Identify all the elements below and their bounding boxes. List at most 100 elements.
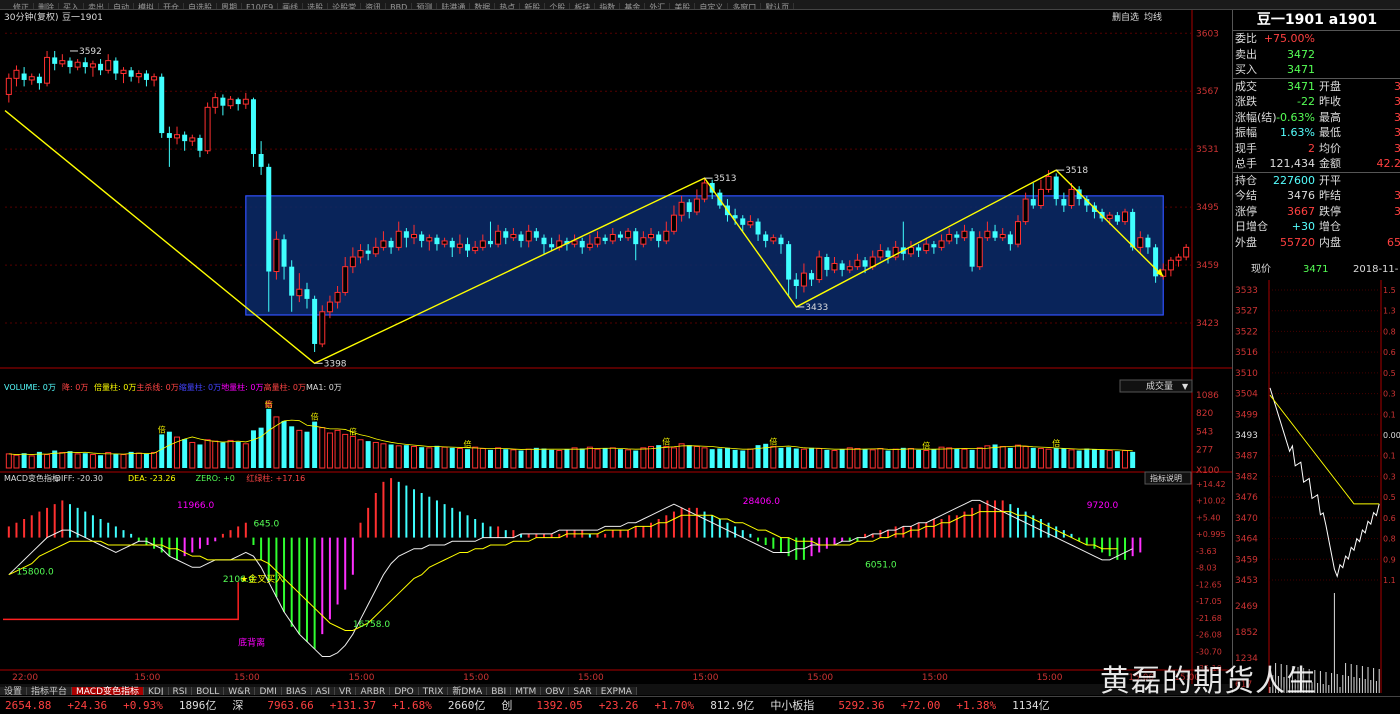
indicator-tabs: 设置指标平台MACD变色指标KDJRSIBOLLW&RDMIBIASASIVRA… <box>0 684 1230 695</box>
volume-legend-item: 主杀线: 0万 <box>136 382 178 392</box>
candle-body <box>534 231 539 237</box>
candle-body <box>442 241 447 244</box>
quote-value: 3472 <box>1287 47 1315 63</box>
candle-body <box>1015 222 1020 245</box>
indicator-tab[interactable]: BOLL <box>192 687 224 695</box>
volume-bar <box>389 444 394 468</box>
candle-body <box>320 312 325 344</box>
volume-bar <box>1077 451 1082 468</box>
quote-value: 3 <box>1394 125 1400 141</box>
volume-bar <box>733 450 738 468</box>
quote-value: +75.00% <box>1264 31 1315 47</box>
status-value: +1.38% <box>951 697 1001 714</box>
indicator-tab[interactable]: MACD变色指标 <box>72 687 144 695</box>
quote-label: 卖出 <box>1235 47 1257 63</box>
macd-tick-label: +5.40 <box>1196 514 1221 523</box>
quote-label: 总手 <box>1235 156 1257 172</box>
volume-bar <box>794 449 799 468</box>
indicator-tab[interactable]: KDJ <box>144 687 169 695</box>
candle-body <box>243 99 248 104</box>
indicator-tab[interactable]: 设置 <box>0 687 27 695</box>
volume-bar <box>167 432 172 468</box>
candle-body <box>1176 257 1181 260</box>
volume-bar <box>633 451 638 468</box>
volume-bar <box>534 448 539 468</box>
golden-cross-signal: ★金叉买入 <box>240 573 284 585</box>
volume-bar <box>954 449 959 468</box>
quote-value: 3 <box>1394 188 1400 204</box>
candle-body <box>633 231 638 244</box>
volume-bar <box>901 448 906 468</box>
quote-row: 现手2均价3 <box>1233 141 1400 157</box>
candle-body <box>763 234 768 240</box>
volume-bar <box>809 448 814 468</box>
indicator-tab[interactable]: ARBR <box>356 687 390 695</box>
candle-body <box>916 247 921 250</box>
volume-bar <box>541 449 546 468</box>
candle-body <box>396 231 401 247</box>
indicator-tab[interactable]: DMI <box>255 687 281 695</box>
quote-value: 3 <box>1394 204 1400 220</box>
now-value: 3471 <box>1303 262 1328 278</box>
volume-legend-item: 降: 0万 <box>62 382 88 392</box>
candle-body <box>159 77 164 133</box>
volume-tick-label: 1086 <box>1196 391 1219 401</box>
price-tick-label: 3495 <box>1196 203 1219 213</box>
quote-row: 涨幅(结)-0.63%最高3 <box>1233 110 1400 126</box>
status-value: 2660亿 <box>443 697 491 714</box>
candle-body <box>649 234 654 237</box>
quote-label: 开盘 <box>1319 79 1341 95</box>
indicator-tab[interactable]: SAR <box>569 687 596 695</box>
candle-body <box>213 98 218 108</box>
mini-tick-label: 3522 <box>1235 327 1258 337</box>
macd-help-label: 指标说明 <box>1150 473 1182 483</box>
candle-body <box>236 99 241 104</box>
quote-row: 日增仓+30增仓 <box>1233 219 1400 235</box>
candle-body <box>274 239 279 271</box>
quote-label: 跌停 <box>1319 204 1341 220</box>
quote-value: 55720 <box>1280 235 1315 251</box>
indicator-tab[interactable]: TRIX <box>419 687 449 695</box>
volume-bar <box>863 449 868 468</box>
candle-body <box>541 238 546 244</box>
status-value: +1.70% <box>649 697 699 714</box>
candle-body <box>656 234 661 240</box>
indicator-tab[interactable]: BIAS <box>282 687 312 695</box>
candle-body <box>358 251 363 257</box>
indicator-tab[interactable]: 新DMA <box>448 687 487 695</box>
indicator-tab[interactable]: DPO <box>390 687 418 695</box>
candle-body <box>220 98 225 106</box>
volume-bar <box>197 444 202 468</box>
candle-body <box>549 244 554 247</box>
volume-tick-label: 277 <box>1196 445 1213 455</box>
indicator-tab[interactable]: OBV <box>541 687 569 695</box>
volume-bar <box>434 446 439 468</box>
candle-body <box>98 64 103 70</box>
volume-bar <box>419 447 424 468</box>
indicator-tab[interactable]: ASI <box>312 687 336 695</box>
volume-legend-item: 高量柱: 0万 <box>264 382 306 392</box>
indicator-tab[interactable]: RSI <box>169 687 193 695</box>
quote-label: 昨结 <box>1319 188 1341 204</box>
candle-body <box>22 74 27 80</box>
mini-tick-label: 3482 <box>1235 472 1258 482</box>
indicator-tab[interactable]: EXPMA <box>597 687 637 695</box>
candle-body <box>381 241 386 247</box>
indicator-tab[interactable]: VR <box>335 687 356 695</box>
volume-bar <box>22 453 27 468</box>
candle-body <box>740 218 745 224</box>
volume-bar <box>603 449 608 468</box>
quote-row: 涨跌-22昨收3 <box>1233 94 1400 110</box>
volume-bar <box>931 449 936 468</box>
indicator-tab[interactable]: W&R <box>224 687 255 695</box>
indicator-tab[interactable]: 指标平台 <box>27 687 72 695</box>
indicator-tab[interactable]: BBI <box>487 687 511 695</box>
candle-body <box>373 247 378 253</box>
mini-tick-label: 3516 <box>1235 348 1258 358</box>
quote-row: 买入3471 <box>1233 62 1400 78</box>
indicator-tab[interactable]: MTM <box>511 687 541 695</box>
mini-tick-label: 3527 <box>1235 307 1258 317</box>
quote-value: 65 <box>1387 235 1400 251</box>
chart-link: 删自选 <box>1112 11 1139 23</box>
volume-bar <box>1100 450 1105 468</box>
